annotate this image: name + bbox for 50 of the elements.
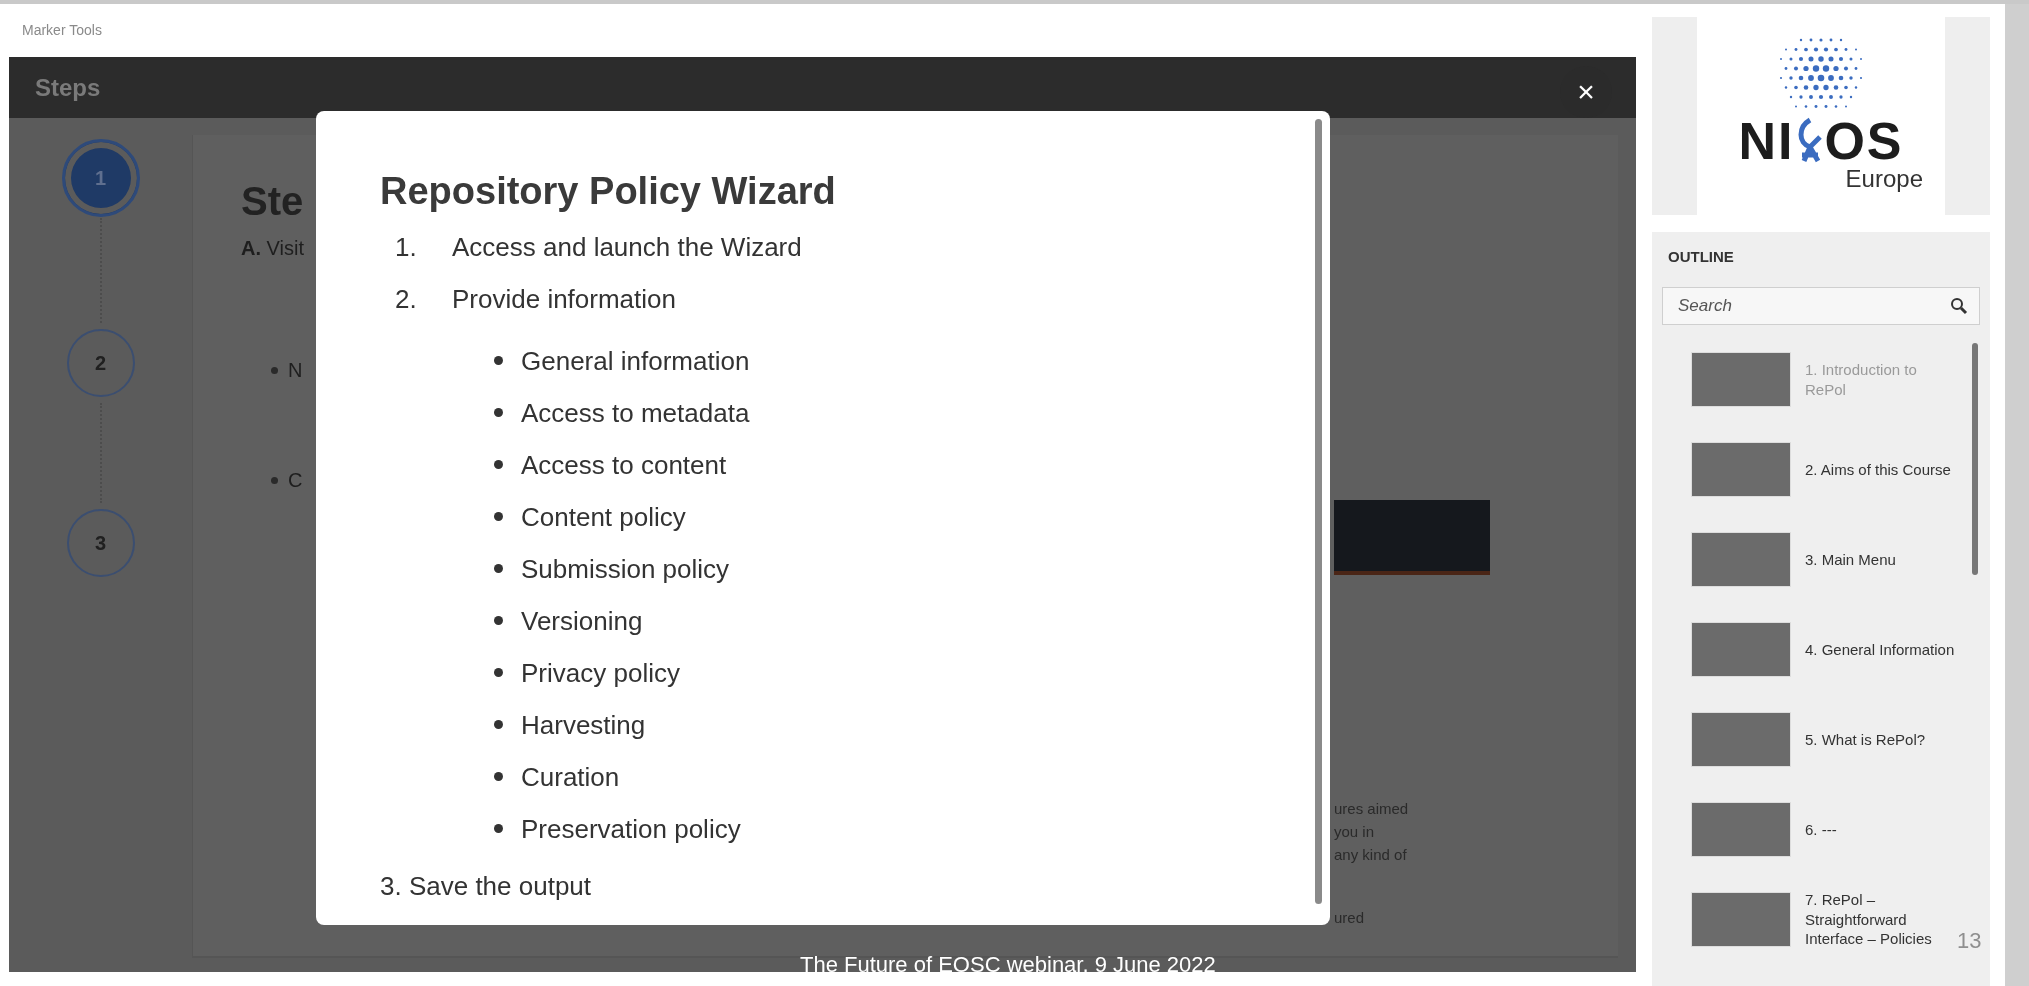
logo-text: NI xyxy=(1738,115,1795,167)
list-item: Curation xyxy=(521,760,620,794)
bullet-icon xyxy=(494,564,503,574)
list-item: Submission policy xyxy=(521,552,730,586)
list-item: Preservation policy xyxy=(521,812,741,846)
bullet-text: C xyxy=(288,468,303,493)
bullet-icon xyxy=(271,476,278,484)
bullet-icon xyxy=(494,616,503,626)
list-item: 3. Save the output xyxy=(380,869,593,903)
search-field[interactable]: Search xyxy=(1662,286,1980,325)
scrollbar[interactable] xyxy=(1972,343,1978,575)
outline-item[interactable]: 2. Aims of this Course xyxy=(1691,424,1955,515)
bullet-icon xyxy=(494,772,503,782)
toolbar-title: Marker Tools xyxy=(22,21,102,40)
outline-item[interactable]: 7. RePol – Straightforward Interface – Policies xyxy=(1691,874,1955,965)
outline-item[interactable]: 4. General Information xyxy=(1691,604,1955,695)
outline-item[interactable]: 3. Main Menu xyxy=(1691,514,1955,605)
list-number: 1. xyxy=(395,230,418,264)
logo-subtitle: Europe xyxy=(1845,167,1923,191)
bullet-icon xyxy=(494,408,503,418)
bullet-icon xyxy=(494,512,503,522)
bullet-icon xyxy=(494,356,503,366)
slide-caption: The Future of EOSC webinar, 9 June 2022 xyxy=(800,951,1216,979)
step-heading: Ste xyxy=(241,178,304,225)
slide-number: 13 xyxy=(1957,927,1982,955)
list-item: Access to content xyxy=(521,448,727,482)
list-item: Access and launch the Wizard xyxy=(452,230,802,264)
modal-title: Repository Policy Wizard xyxy=(380,169,837,214)
intro-text: A. Visit xyxy=(241,236,304,261)
search-icon[interactable] xyxy=(1950,296,1968,315)
bullet-icon xyxy=(494,668,503,678)
bullet-icon xyxy=(494,824,503,834)
list-item: Versioning xyxy=(521,604,643,638)
list-item: Provide information xyxy=(452,282,676,316)
list-number: 2. xyxy=(395,282,418,316)
list-item: Access to metadata xyxy=(521,396,750,430)
logo-text: OS xyxy=(1824,115,1904,167)
steps-title: Steps xyxy=(35,72,101,103)
outline-item[interactable]: 6. --- xyxy=(1691,784,1955,875)
scrollbar[interactable] xyxy=(1315,119,1322,904)
bullet-icon xyxy=(494,460,503,470)
list-item: Privacy policy xyxy=(521,656,680,690)
bullet-icon xyxy=(494,720,503,730)
list-item: Harvesting xyxy=(521,708,646,742)
list-item: Content policy xyxy=(521,500,686,534)
outline-item[interactable]: 5. What is RePol? xyxy=(1691,694,1955,785)
bullet-icon xyxy=(271,366,278,374)
outline-title: OUTLINE xyxy=(1667,247,1735,267)
bullet-text: N xyxy=(288,358,303,383)
list-item: General information xyxy=(521,344,750,378)
